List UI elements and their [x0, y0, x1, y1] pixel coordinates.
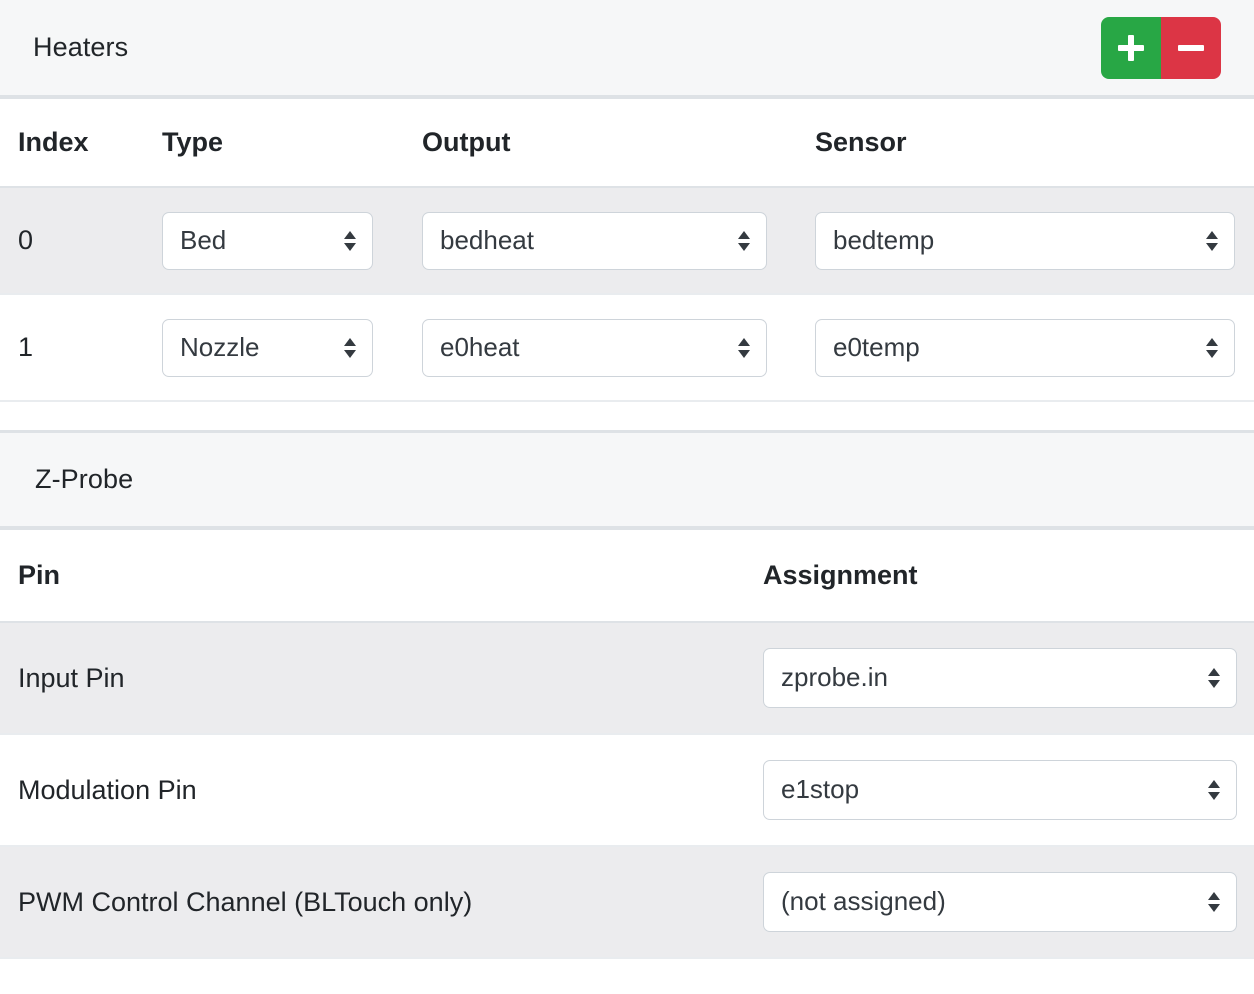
heater-index-cell: 0 — [0, 187, 162, 295]
chevron-up-down-icon — [738, 230, 750, 251]
zprobe-col-pin: Pin — [0, 530, 763, 623]
heater-sensor-value-1: e0temp — [833, 331, 920, 362]
heater-sensor-select-1[interactable]: e0temp — [815, 318, 1235, 377]
zprobe-assignment-cell: e1stop — [763, 734, 1254, 847]
zprobe-assignment-select-0[interactable]: zprobe.in — [763, 648, 1237, 708]
page-root: Heaters Index Type Output Sensor 0 Bed b… — [0, 0, 1254, 994]
heater-type-cell: Bed — [162, 187, 422, 295]
heater-type-cell: Nozzle — [162, 294, 422, 402]
table-row: Input Pin zprobe.in — [0, 622, 1254, 735]
card-gap — [0, 402, 1254, 430]
zprobe-pin-label-2: PWM Control Channel (BLTouch only) — [18, 886, 473, 917]
heaters-col-output: Output — [422, 99, 815, 188]
heater-index-value: 1 — [18, 332, 34, 362]
zprobe-assignment-cell: zprobe.in — [763, 622, 1254, 735]
zprobe-pin-label-1: Modulation Pin — [18, 774, 197, 805]
zprobe-table-body: Input Pin zprobe.in Modulation Pin e1sto… — [0, 622, 1254, 959]
heater-output-cell: bedheat — [422, 187, 815, 295]
heater-type-value-0: Bed — [180, 224, 227, 255]
chevron-up-down-icon — [344, 230, 356, 251]
zprobe-table: Pin Assignment Input Pin zprobe.in Modul… — [0, 530, 1254, 959]
minus-icon — [1178, 35, 1204, 61]
zprobe-col-assignment: Assignment — [763, 530, 1254, 623]
heater-output-cell: e0heat — [422, 294, 815, 402]
zprobe-assignment-value-2: (not assigned) — [781, 886, 946, 916]
chevron-up-down-icon — [1208, 668, 1220, 688]
chevron-up-down-icon — [1206, 337, 1218, 358]
heaters-header-row: Index Type Output Sensor — [0, 99, 1254, 188]
heater-output-select-1[interactable]: e0heat — [422, 318, 767, 377]
zprobe-assignment-cell: (not assigned) — [763, 846, 1254, 959]
table-row: PWM Control Channel (BLTouch only) (not … — [0, 846, 1254, 959]
chevron-up-down-icon — [1208, 780, 1220, 800]
heater-sensor-cell: bedtemp — [815, 187, 1254, 295]
zprobe-title: Z-Probe — [35, 464, 134, 494]
chevron-up-down-icon — [344, 337, 356, 358]
heaters-table-body: 0 Bed bedheat bedtemp 1 Nozzle e0heat e0… — [0, 187, 1254, 402]
heater-type-value-1: Nozzle — [180, 331, 260, 362]
heaters-card: Heaters Index Type Output Sensor 0 Bed b… — [0, 0, 1254, 402]
heater-output-select-0[interactable]: bedheat — [422, 211, 767, 270]
table-row: Modulation Pin e1stop — [0, 734, 1254, 847]
heaters-table-head: Index Type Output Sensor — [0, 99, 1254, 188]
zprobe-pin-label-0: Input Pin — [18, 662, 125, 693]
table-row: 1 Nozzle e0heat e0temp — [0, 294, 1254, 402]
heater-sensor-cell: e0temp — [815, 294, 1254, 402]
chevron-up-down-icon — [1206, 230, 1218, 251]
zprobe-card: Z-Probe Pin Assignment Input Pin zprobe.… — [0, 430, 1254, 959]
heater-type-select-1[interactable]: Nozzle — [162, 318, 373, 377]
zprobe-assignment-value-1: e1stop — [781, 774, 860, 804]
table-row: 0 Bed bedheat bedtemp — [0, 187, 1254, 295]
heater-type-select-0[interactable]: Bed — [162, 211, 373, 270]
heaters-col-type: Type — [162, 99, 422, 188]
zprobe-pin-cell: PWM Control Channel (BLTouch only) — [0, 846, 763, 959]
heaters-title: Heaters — [33, 32, 129, 62]
plus-icon — [1118, 34, 1144, 61]
heaters-row-controls — [1101, 16, 1221, 79]
heaters-col-sensor: Sensor — [815, 99, 1254, 188]
heater-sensor-select-0[interactable]: bedtemp — [815, 211, 1235, 270]
zprobe-pin-cell: Input Pin — [0, 622, 763, 735]
zprobe-assignment-value-0: zprobe.in — [781, 662, 888, 692]
zprobe-header-row: Pin Assignment — [0, 530, 1254, 623]
heater-output-value-1: e0heat — [440, 331, 520, 362]
chevron-up-down-icon — [738, 337, 750, 358]
heaters-card-header: Heaters — [0, 0, 1254, 99]
heaters-table: Index Type Output Sensor 0 Bed bedheat b… — [0, 99, 1254, 402]
heater-index-value: 0 — [18, 225, 34, 255]
heater-index-cell: 1 — [0, 294, 162, 402]
add-heater-button[interactable] — [1101, 16, 1161, 79]
zprobe-pin-cell: Modulation Pin — [0, 734, 763, 847]
chevron-up-down-icon — [1208, 892, 1220, 912]
zprobe-table-head: Pin Assignment — [0, 530, 1254, 623]
remove-heater-button[interactable] — [1161, 16, 1221, 79]
heater-output-value-0: bedheat — [440, 224, 534, 255]
zprobe-card-header: Z-Probe — [0, 430, 1254, 530]
heaters-col-index: Index — [0, 99, 162, 188]
heater-sensor-value-0: bedtemp — [833, 224, 935, 255]
zprobe-assignment-select-2[interactable]: (not assigned) — [763, 872, 1237, 932]
zprobe-assignment-select-1[interactable]: e1stop — [763, 760, 1237, 820]
